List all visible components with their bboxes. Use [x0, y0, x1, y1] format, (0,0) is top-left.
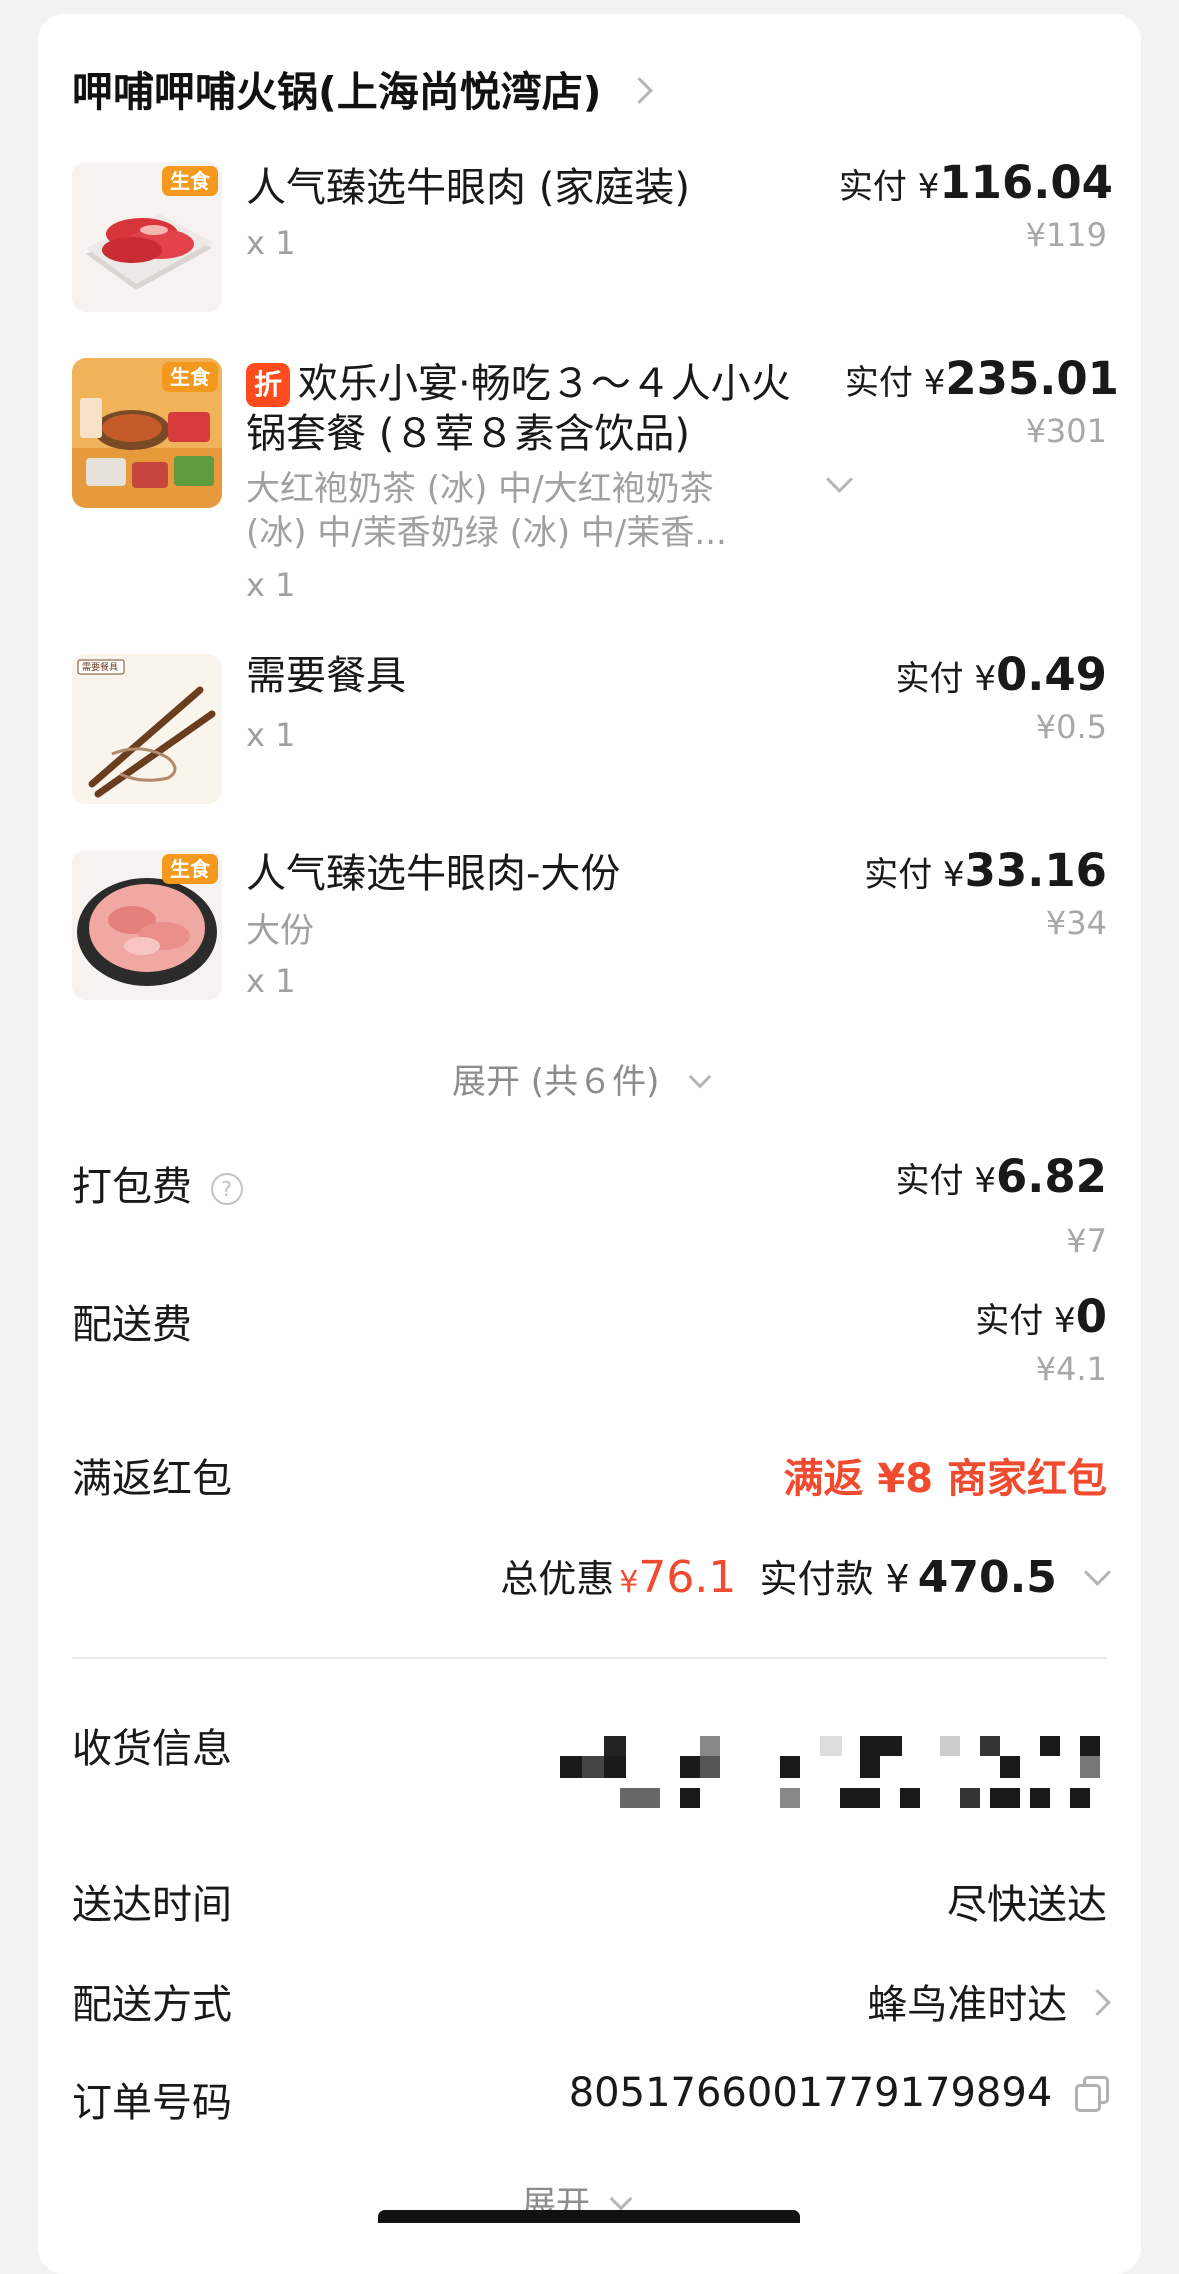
item-1-paid: 实付 ¥116.04 — [838, 156, 1113, 209]
red-packet-label: 满返红包 — [72, 1456, 232, 1502]
order-summary[interactable]: 总优惠 ¥76.1 实付款 ¥470.5 — [500, 1548, 1111, 1603]
total-paid-amount: 470.5 — [917, 1552, 1057, 1603]
delivery-fee-paid: 实付 ¥0 — [975, 1290, 1107, 1343]
raw-food-tag: 生食 — [162, 854, 218, 884]
item-4-qty: x 1 — [246, 962, 296, 1000]
expand-items-button[interactable]: 展开 (共６件) — [452, 1054, 712, 1103]
item-3-name: 需要餐具 — [246, 653, 406, 699]
order-number-value: 8051766001779179894 — [568, 2070, 1053, 2116]
item-3-original-price: ¥0.5 — [1035, 708, 1107, 746]
chevron-down-icon — [609, 2187, 633, 2211]
item-2-spec-line2: (冰) 中/茉香奶绿 (冰) 中/茉香... — [246, 513, 727, 553]
home-indicator — [378, 2210, 800, 2223]
item-3-paid: 实付 ¥0.49 — [895, 648, 1107, 701]
help-icon[interactable]: ? — [210, 1173, 243, 1205]
delivery-method-link[interactable]: 蜂鸟准时达 — [867, 1972, 1111, 2030]
item-1-original-price: ¥119 — [1025, 216, 1107, 254]
chevron-down-icon — [1084, 1559, 1111, 1586]
chevron-right-icon — [625, 77, 653, 104]
item-3-qty: x 1 — [246, 716, 296, 754]
packing-fee-label: 打包费 ? — [72, 1154, 243, 1212]
item-4-name: 人气臻选牛眼肉-大份 — [246, 851, 621, 897]
expand-items-label: 展开 (共６件) — [452, 1062, 660, 1102]
delivery-time-value: 尽快送达 — [947, 1882, 1107, 1928]
item-2-qty: x 1 — [246, 566, 296, 604]
receiver-info-redacted — [560, 1726, 1120, 1822]
chopsticks-image — [72, 654, 222, 804]
discount-badge: 折 — [246, 363, 290, 407]
item-1-qty: x 1 — [246, 224, 296, 262]
packing-fee-original: ¥7 — [1066, 1222, 1107, 1260]
store-name-link[interactable]: 呷哺呷哺火锅(上海尚悦湾店) — [72, 58, 653, 118]
item-2-spec-line1: 大红袍奶茶 (冰) 中/大红袍奶茶 — [246, 469, 714, 509]
section-divider — [72, 1657, 1107, 1659]
item-2-name-line1: 折欢乐小宴·畅吃３～４人小火 — [246, 356, 791, 412]
delivery-fee-label: 配送费 — [72, 1302, 192, 1348]
receiver-info-label: 收货信息 — [72, 1726, 232, 1772]
packing-fee-paid: 实付 ¥6.82 — [895, 1150, 1107, 1203]
order-number-label: 订单号码 — [72, 2080, 232, 2126]
item-4-thumbnail[interactable]: 生食 — [72, 850, 222, 1000]
delivery-method-label: 配送方式 — [72, 1982, 232, 2028]
item-1-name: 人气臻选牛眼肉 (家庭装) — [246, 165, 690, 211]
item-4-original-price: ¥34 — [1045, 904, 1107, 942]
item-2-thumbnail[interactable]: 生食 — [72, 358, 222, 508]
discount-label: 总优惠 — [500, 1557, 615, 1601]
chevron-right-icon — [1084, 1989, 1111, 2016]
delivery-time-label: 送达时间 — [72, 1882, 232, 1928]
total-paid-label: 实付款 ¥ — [759, 1557, 910, 1601]
copy-icon[interactable] — [1075, 2076, 1109, 2112]
red-packet-value: 满返 ¥8 商家红包 — [783, 1456, 1107, 1502]
item-2-original-price: ¥301 — [1025, 412, 1107, 450]
raw-food-tag: 生食 — [162, 362, 218, 392]
delivery-method-value: 蜂鸟准时达 — [867, 1982, 1068, 2028]
store-name: 呷哺呷哺火锅(上海尚悦湾店) — [72, 68, 602, 116]
delivery-fee-original: ¥4.1 — [1035, 1350, 1107, 1388]
discount-currency: ¥ — [619, 1565, 639, 1600]
chevron-down-icon — [688, 1065, 712, 1089]
item-4-spec: 大份 — [246, 911, 314, 951]
item-3-thumbnail[interactable]: 需要餐具 — [72, 654, 222, 804]
discount-amount: 76.1 — [638, 1552, 737, 1603]
item-1-thumbnail[interactable]: 生食 — [72, 162, 222, 312]
order-number-row: 8051766001779179894 — [568, 2070, 1109, 2116]
item-4-paid: 实付 ¥33.16 — [864, 844, 1107, 897]
item-2-name-line2: 锅套餐 (８荤８素含饮品) — [246, 411, 690, 457]
utensils-thumb-label: 需要餐具 — [82, 663, 119, 673]
item-2-paid: 实付 ¥235.01 — [844, 352, 1119, 405]
raw-food-tag: 生食 — [162, 166, 218, 196]
